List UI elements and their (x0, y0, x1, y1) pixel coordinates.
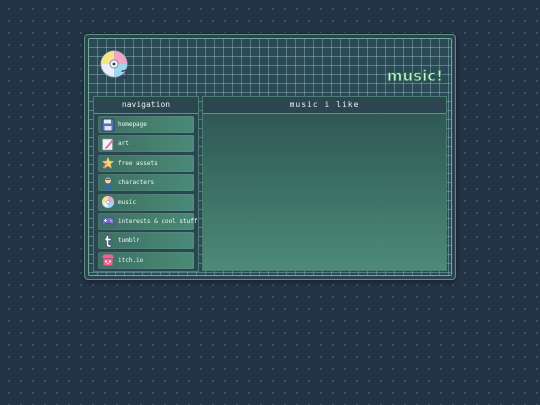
page-inner: music! navigation homepage art free asse… (88, 38, 452, 276)
cd-logo-icon (100, 50, 128, 80)
floppy-disk-icon (101, 118, 115, 131)
nav-label: music (118, 198, 137, 206)
nav-list: homepage art free assets characters musi… (94, 114, 198, 269)
star-icon (101, 156, 115, 170)
cd-icon (101, 195, 115, 209)
nav-item-homepage[interactable]: homepage (98, 116, 194, 133)
nav-item-interests[interactable]: interests & cool stuff (98, 212, 198, 230)
main-content: music i like (202, 96, 447, 271)
main-title: music i like (203, 97, 446, 114)
nav-label: homepage (118, 121, 147, 128)
gamepad-icon (101, 217, 115, 226)
nav-label: itch.io (118, 256, 144, 264)
nav-item-art[interactable]: art (98, 135, 194, 153)
header: music! (89, 39, 451, 93)
nav-item-music[interactable]: music (98, 193, 194, 211)
nav-label: art (118, 140, 129, 148)
user-icon (103, 177, 113, 189)
nav-label: interests & cool stuff (118, 217, 198, 225)
site-title: music! (386, 67, 443, 86)
nav-item-tumblr[interactable]: tumblr (98, 232, 194, 250)
nav-item-free-assets[interactable]: free assets (98, 154, 194, 172)
nav-label: characters (118, 179, 155, 187)
page-frame: music! navigation homepage art free asse… (84, 34, 456, 280)
paint-icon (102, 138, 114, 151)
itchio-icon (102, 254, 114, 266)
nav-label: tumblr (118, 237, 140, 245)
sidebar-navigation: navigation homepage art free assets char… (93, 96, 199, 272)
tumblr-icon (104, 235, 112, 248)
nav-item-characters[interactable]: characters (98, 174, 194, 192)
sidebar-title: navigation (94, 97, 198, 114)
nav-label: free assets (118, 159, 158, 167)
nav-item-itchio[interactable]: itch.io (98, 251, 194, 269)
